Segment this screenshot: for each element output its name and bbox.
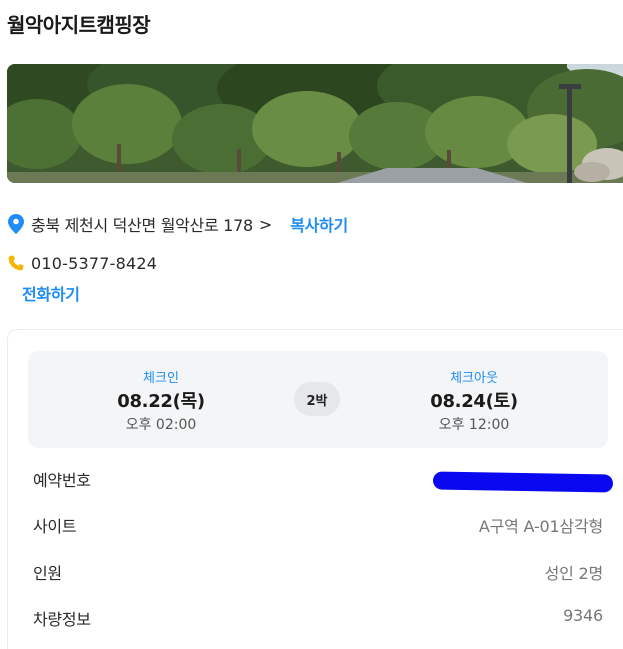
checkin-label: 체크인 <box>143 371 179 386</box>
checkout-time: 오후 12:00 <box>438 417 510 433</box>
phone-row: 010-5377-8424 <box>8 251 157 275</box>
checkin-time: 오후 02:00 <box>125 417 197 433</box>
redaction-mark <box>432 471 614 493</box>
vehicle-value: 9346 <box>563 606 603 625</box>
call-button[interactable]: 전화하기 <box>22 281 80 305</box>
guests-value: 성인 2명 <box>544 564 604 583</box>
detail-row-vehicle: 차량정보 9346 <box>33 606 603 630</box>
detail-label: 차량정보 <box>33 610 91 629</box>
checkout-label: 체크아웃 <box>450 371 498 386</box>
detail-label: 예약번호 <box>33 471 91 490</box>
reservation-card: 체크인 08.22(목) 오후 02:00 2박 체크아웃 08.24(토) 오… <box>7 329 623 649</box>
copy-address-button[interactable]: 복사하기 <box>290 212 348 236</box>
detail-row-site: 사이트 A구역 A-01삼각형 <box>33 513 603 537</box>
detail-label: 인원 <box>33 564 62 583</box>
nights-badge: 2박 <box>294 382 340 416</box>
campsite-photo <box>7 64 623 183</box>
detail-row-guests: 인원 성인 2명 <box>33 560 603 584</box>
reservation-detail-page: 월악아지트캠핑장 충북 제천시 덕산면 월악산로 178 > 복사하기 010-… <box>0 0 623 649</box>
address-text[interactable]: 충북 제천시 덕산면 월악산로 178 <box>31 212 253 236</box>
detail-label: 사이트 <box>33 517 77 536</box>
checkin-date: 08.22(목) <box>117 391 205 412</box>
address-row: 충북 제천시 덕산면 월악산로 178 > 복사하기 <box>8 212 348 236</box>
phone-icon <box>8 255 24 271</box>
location-pin-icon <box>8 214 24 234</box>
phone-number: 010-5377-8424 <box>31 253 158 273</box>
page-title: 월악아지트캠핑장 <box>7 13 151 37</box>
site-value: A구역 A-01삼각형 <box>478 517 603 536</box>
checkout-date: 08.24(토) <box>430 391 518 412</box>
detail-row-reservation-number: 예약번호 <box>33 467 614 493</box>
chevron-right-icon[interactable]: > <box>259 215 272 234</box>
stay-period: 체크인 08.22(목) 오후 02:00 2박 체크아웃 08.24(토) 오… <box>28 351 608 448</box>
